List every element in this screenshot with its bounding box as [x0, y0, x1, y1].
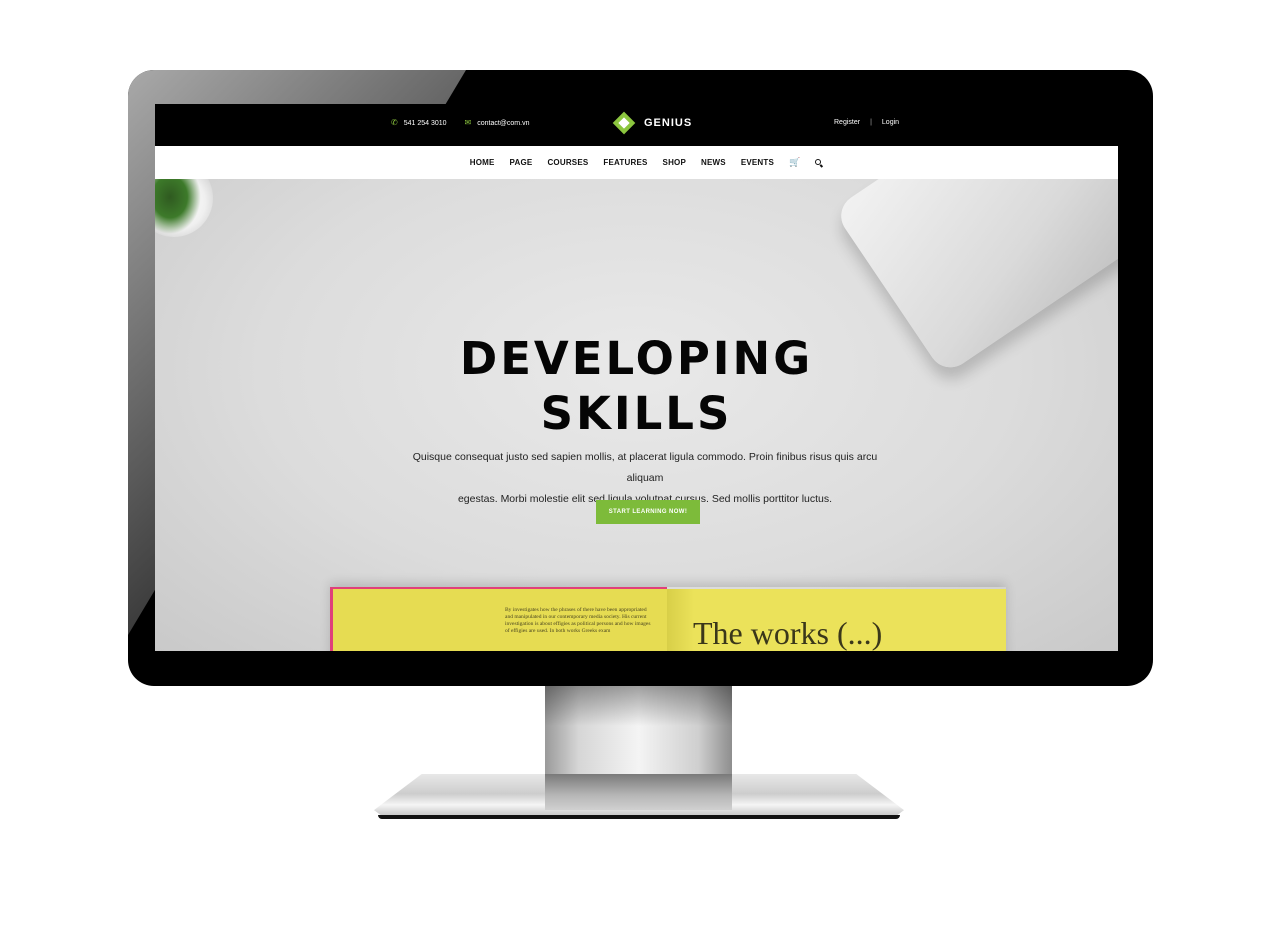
login-link[interactable]: Login — [882, 119, 899, 126]
hero-title-line-2: SKILLS — [540, 387, 733, 440]
nav-item-home[interactable]: HOME — [470, 158, 495, 167]
book-left-page: By investigates how the phrases of there… — [330, 587, 667, 651]
contact-info: ✆ 541 254 3010 ✉ contact@com.vn — [391, 119, 529, 127]
monitor-screen: ✆ 541 254 3010 ✉ contact@com.vn GENIUS R… — [155, 104, 1118, 651]
hero-section: DEVELOPING SKILLS Quisque consequat just… — [155, 179, 1118, 651]
main-nav: HOME PAGE COURSES FEATURES SHOP NEWS EVE… — [155, 146, 1118, 179]
email-address[interactable]: contact@com.vn — [477, 120, 529, 127]
nav-item-events[interactable]: EVENTS — [741, 158, 774, 167]
monitor-base-edge — [378, 815, 900, 819]
auth-links: Register | Login — [834, 119, 899, 126]
nav-item-courses[interactable]: COURSES — [547, 158, 588, 167]
monitor-neck-shadow — [545, 686, 732, 726]
hero-title-line-1: DEVELOPING — [459, 332, 814, 385]
hero-title: DEVELOPING SKILLS — [155, 331, 1118, 441]
auth-separator: | — [870, 119, 872, 126]
diamond-logo-icon — [612, 111, 636, 135]
monitor-base-join — [545, 774, 732, 810]
phone-number: 541 254 3010 — [403, 119, 447, 127]
book-title: The works (...) — [693, 615, 883, 651]
hero-subtitle-line-1: Quisque consequat justo sed sapien molli… — [412, 451, 878, 484]
register-link[interactable]: Register — [834, 119, 860, 126]
brand-name: GENIUS — [644, 117, 693, 129]
nav-item-shop[interactable]: SHOP — [663, 158, 686, 167]
search-icon[interactable] — [815, 158, 824, 167]
cart-icon[interactable]: 🛒 — [789, 157, 800, 168]
nav-item-features[interactable]: FEATURES — [603, 158, 647, 167]
nav-item-news[interactable]: NEWS — [701, 158, 726, 167]
nav-item-page[interactable]: PAGE — [510, 158, 533, 167]
brand-logo[interactable]: GENIUS — [612, 111, 693, 135]
start-learning-button[interactable]: START LEARNING NOW! — [596, 500, 700, 524]
book-image: By investigates how the phrases of there… — [330, 587, 1006, 651]
book-right-page: The works (...) — [667, 589, 1006, 651]
plant-leaves-image — [155, 179, 205, 239]
book-body-text: By investigates how the phrases of there… — [505, 607, 651, 634]
phone-icon: ✆ — [391, 118, 398, 127]
top-bar: ✆ 541 254 3010 ✉ contact@com.vn GENIUS R… — [155, 104, 1118, 146]
envelope-icon: ✉ — [464, 118, 472, 127]
monitor-frame: ✆ 541 254 3010 ✉ contact@com.vn GENIUS R… — [128, 70, 1153, 686]
